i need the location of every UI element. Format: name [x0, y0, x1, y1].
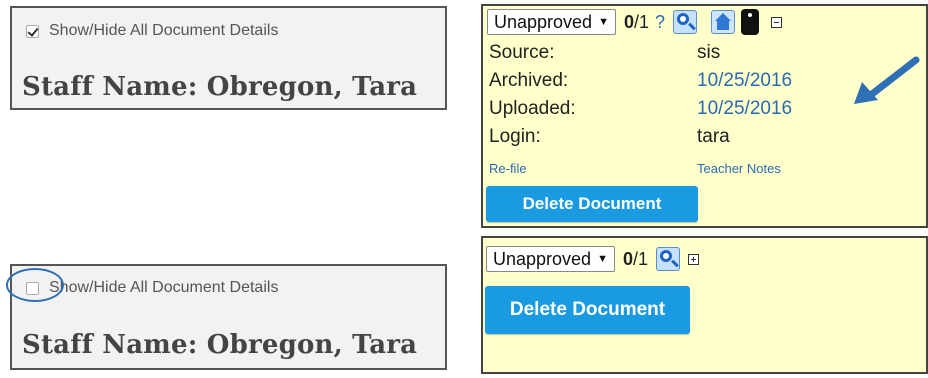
document-panel-collapsed: Unapproved ▼ 0/1 Delete Document: [481, 236, 928, 374]
approval-status-select[interactable]: Unapproved ▼: [486, 246, 615, 272]
detail-row-archived: Archived: 10/25/2016: [489, 70, 793, 91]
expand-box-icon[interactable]: [688, 253, 699, 265]
staff-panel-checked: Show/Hide All Document Details Staff Nam…: [10, 6, 447, 110]
delete-document-button[interactable]: Delete Document: [486, 186, 698, 222]
staff-name-heading: Staff Name: Obregon, Tara: [22, 72, 418, 102]
magnifier-icon[interactable]: [656, 247, 680, 271]
house-icon[interactable]: [711, 10, 736, 34]
staff-panel-unchecked: Show/Hide All Document Details Staff Nam…: [10, 264, 447, 370]
document-panel-expanded: Unapproved ▼ 0/1 ? Source: sis Archived:…: [481, 4, 928, 228]
staff-name-heading: Staff Name: Obregon, Tara: [22, 330, 418, 360]
arrow-icon: [854, 56, 920, 104]
document-count: 0/1: [623, 11, 649, 32]
delete-document-button[interactable]: Delete Document: [485, 286, 690, 334]
collapse-box-icon[interactable]: [771, 16, 783, 28]
detail-row-login: Login: tara: [489, 126, 730, 147]
chevron-down-icon: ▼: [597, 253, 608, 265]
show-hide-toggle[interactable]: Show/Hide All Document Details: [26, 279, 278, 297]
show-hide-label: Show/Hide All Document Details: [49, 279, 279, 296]
teacher-notes-link[interactable]: Teacher Notes: [697, 161, 781, 176]
document-links: Re-file Teacher Notes: [489, 161, 781, 176]
status-value: Unapproved: [493, 248, 592, 269]
show-hide-label: Show/Hide All Document Details: [49, 22, 279, 39]
checkbox-highlight-circle: [6, 268, 64, 302]
help-link[interactable]: ?: [655, 12, 665, 33]
approval-status-select[interactable]: Unapproved ▼: [487, 9, 616, 35]
magnifier-icon[interactable]: [673, 10, 698, 34]
show-hide-checkbox[interactable]: [26, 24, 39, 38]
status-value: Unapproved: [494, 11, 593, 32]
chevron-down-icon: ▼: [598, 16, 609, 28]
note-icon[interactable]: [741, 9, 760, 35]
refile-link[interactable]: Re-file: [489, 161, 697, 176]
show-hide-toggle[interactable]: Show/Hide All Document Details: [26, 22, 278, 40]
detail-row-source: Source: sis: [489, 42, 721, 63]
detail-row-uploaded: Uploaded: 10/25/2016: [489, 98, 793, 119]
document-count: 0/1: [622, 248, 648, 269]
